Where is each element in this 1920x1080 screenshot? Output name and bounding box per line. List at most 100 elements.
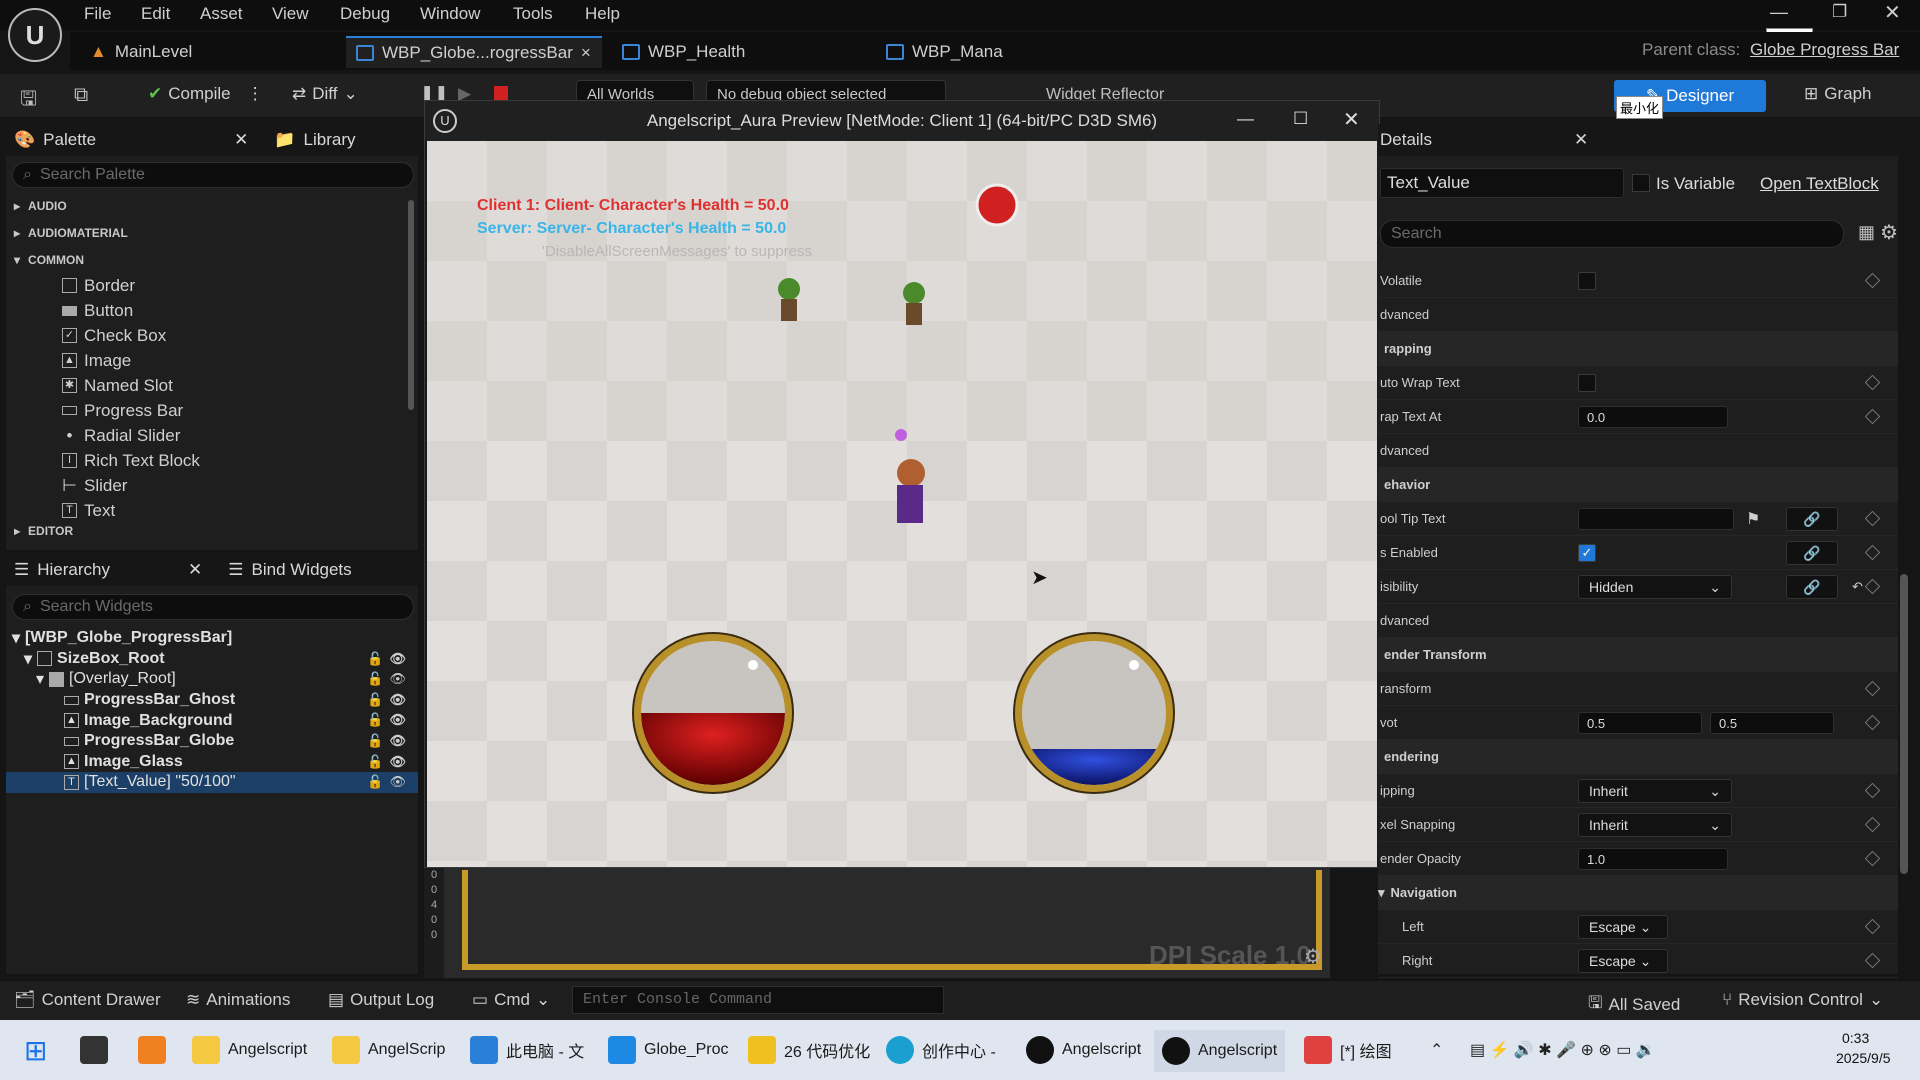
close-icon[interactable]: ✕ bbox=[1884, 0, 1901, 25]
diff-button[interactable]: ⇄ Diff ⌄ bbox=[292, 84, 358, 104]
palette-search-input[interactable]: ⌕ Search Palette bbox=[12, 162, 414, 188]
cmd-select[interactable]: ▭ Cmd ⌄ bbox=[472, 990, 550, 1010]
details-row[interactable]: ▾ Navigation bbox=[1378, 876, 1898, 910]
pivot-y-input[interactable]: 0.5 bbox=[1710, 711, 1834, 734]
graph-mode-button[interactable]: ⊞ Graph bbox=[1804, 84, 1872, 104]
binding-link-button[interactable]: 🔗 bbox=[1786, 574, 1838, 599]
details-search-input[interactable]: Search bbox=[1380, 220, 1844, 248]
keyframe-diamond-icon[interactable] bbox=[1864, 544, 1881, 561]
taskbar-app-6[interactable]: 创作中心 - bbox=[886, 1036, 996, 1064]
tree-row-image-glass[interactable]: ▲ Image_Glass 🔓👁 bbox=[6, 752, 418, 773]
lock-visibility-icons[interactable]: 🔓👁 bbox=[367, 692, 412, 708]
taskbar-app-3[interactable]: 此电脑 - 文 bbox=[470, 1036, 584, 1064]
property-value-input[interactable]: 0.0 bbox=[1578, 405, 1728, 428]
library-tab[interactable]: Library bbox=[304, 130, 356, 150]
details-row[interactable]: ehavior bbox=[1378, 468, 1898, 502]
taskbar-app-9[interactable]: [*] 绘图 bbox=[1304, 1036, 1392, 1064]
windows-start-icon[interactable]: ⊞ bbox=[24, 1034, 47, 1067]
tree-row-root[interactable]: ▾ [WBP_Globe_ProgressBar] bbox=[6, 628, 418, 649]
flag-icon[interactable]: ⚑ bbox=[1746, 509, 1760, 529]
tree-row-progressbar-globe[interactable]: ProgressBar_Globe 🔓👁 bbox=[6, 731, 418, 752]
taskbar-app-1[interactable]: Angelscript bbox=[192, 1036, 307, 1064]
keyframe-diamond-icon[interactable] bbox=[1864, 272, 1881, 289]
tree-row-progressbar-ghost[interactable]: ProgressBar_Ghost 🔓👁 bbox=[6, 690, 418, 711]
tab-wbp-health[interactable]: WBP_Health bbox=[612, 36, 862, 68]
lock-visibility-icons[interactable]: 🔓👁 bbox=[367, 712, 412, 728]
palette-item-slider[interactable]: ⊢ Slider bbox=[62, 473, 418, 498]
menu-tools[interactable]: Tools bbox=[513, 4, 553, 24]
keyframe-diamond-icon[interactable] bbox=[1864, 408, 1881, 425]
animations-button[interactable]: ≋ Animations bbox=[186, 990, 290, 1010]
navigation-dropdown[interactable]: Escape ⌄ bbox=[1578, 914, 1668, 939]
palette-close-icon[interactable]: ✕ bbox=[234, 130, 248, 150]
stop-icon[interactable] bbox=[494, 86, 508, 100]
lock-visibility-icons[interactable]: 🔓👁 bbox=[367, 733, 412, 749]
menu-debug[interactable]: Debug bbox=[340, 4, 390, 24]
details-row[interactable]: ender Transform bbox=[1378, 638, 1898, 672]
property-dropdown[interactable]: Hidden ⌄ bbox=[1578, 574, 1732, 599]
details-row[interactable]: endering bbox=[1378, 740, 1898, 774]
lock-visibility-icons[interactable]: 🔓👁 bbox=[367, 774, 412, 790]
keyframe-diamond-icon[interactable] bbox=[1864, 850, 1881, 867]
reset-arrow-icon[interactable]: ↶ bbox=[1852, 579, 1863, 595]
open-textblock-link[interactable]: Open TextBlock bbox=[1760, 174, 1879, 194]
navigation-dropdown[interactable]: Escape ⌄ bbox=[1578, 948, 1668, 973]
tray-chevron-icon[interactable]: ⌃ bbox=[1430, 1040, 1443, 1060]
details-close-icon[interactable]: ✕ bbox=[1574, 130, 1588, 150]
keyframe-diamond-icon[interactable] bbox=[1864, 578, 1881, 595]
details-title[interactable]: Details bbox=[1380, 130, 1432, 150]
settings-gear-icon[interactable]: ⚙ bbox=[1880, 220, 1898, 245]
menu-help[interactable]: Help bbox=[585, 4, 620, 24]
hierarchy-title[interactable]: Hierarchy bbox=[37, 560, 110, 580]
tray-icons[interactable]: ▤ ⚡ 🔊 ✱ 🎤 ⊕ ⊗ ▭ 🔉 bbox=[1470, 1040, 1656, 1060]
menu-file[interactable]: File bbox=[84, 4, 111, 24]
category-editor[interactable]: ▸ EDITOR bbox=[14, 523, 418, 539]
console-command-input[interactable]: Enter Console Command bbox=[572, 986, 944, 1014]
tab-mainlevel[interactable]: ▲ MainLevel bbox=[80, 36, 340, 68]
palette-item-text[interactable]: T Text bbox=[62, 498, 418, 523]
browse-icon[interactable]: ⧉ bbox=[74, 84, 88, 107]
keyframe-diamond-icon[interactable] bbox=[1864, 374, 1881, 391]
gear-icon[interactable]: ⚙ bbox=[1304, 944, 1322, 969]
keyframe-diamond-icon[interactable] bbox=[1864, 714, 1881, 731]
menu-edit[interactable]: Edit bbox=[141, 4, 170, 24]
tab-wbp-globe[interactable]: WBP_Globe...rogressBar × bbox=[346, 36, 602, 68]
taskbar-app-5[interactable]: 26 代码优化 bbox=[748, 1036, 870, 1064]
binding-link-button[interactable]: 🔗 bbox=[1786, 506, 1838, 531]
tab-close-icon[interactable]: × bbox=[581, 43, 591, 63]
property-dropdown[interactable]: Inherit ⌄ bbox=[1578, 812, 1732, 837]
maximize-icon[interactable]: ☐ bbox=[1293, 109, 1308, 129]
all-saved-button[interactable]: 🖫 All Saved bbox=[1588, 990, 1680, 1019]
category-audio[interactable]: ▸ AUDIO bbox=[14, 192, 418, 219]
game-viewport[interactable]: Client 1: Client- Character's Health = 5… bbox=[427, 141, 1377, 867]
menu-window[interactable]: Window bbox=[420, 4, 480, 24]
keyframe-diamond-icon[interactable] bbox=[1864, 782, 1881, 799]
save-icon[interactable]: 🖫 bbox=[20, 84, 37, 118]
parent-class-link[interactable]: Globe Progress Bar bbox=[1750, 40, 1899, 60]
hierarchy-search-input[interactable]: ⌕ Search Widgets bbox=[12, 594, 414, 620]
binding-link-button[interactable]: 🔗 bbox=[1786, 540, 1838, 565]
keyframe-diamond-icon[interactable] bbox=[1864, 952, 1881, 969]
tree-row-sizebox[interactable]: ▾ SizeBox_Root 🔓👁 bbox=[6, 649, 418, 670]
palette-title[interactable]: Palette bbox=[43, 130, 96, 150]
minimize-icon[interactable]: — bbox=[1237, 109, 1254, 129]
palette-item-progress-bar[interactable]: Progress Bar bbox=[62, 398, 418, 423]
palette-item-radial-slider[interactable]: • Radial Slider bbox=[62, 423, 418, 448]
table-view-icon[interactable]: ▦ bbox=[1858, 222, 1875, 243]
menu-view[interactable]: View bbox=[272, 4, 309, 24]
palette-item-rich-text[interactable]: I Rich Text Block bbox=[62, 448, 418, 473]
property-checkbox[interactable] bbox=[1578, 373, 1596, 392]
property-checkbox[interactable] bbox=[1578, 271, 1596, 290]
lock-visibility-icons[interactable]: 🔓👁 bbox=[367, 754, 412, 770]
taskbar-app-7[interactable]: Angelscript bbox=[1026, 1036, 1141, 1064]
content-drawer-button[interactable]: 🗂 Content Drawer bbox=[14, 990, 161, 1010]
revision-control-button[interactable]: ⑂ Revision Control ⌄ bbox=[1722, 990, 1883, 1010]
taskbar-app-8[interactable]: Angelscript bbox=[1154, 1030, 1286, 1072]
pivot-x-input[interactable]: 0.5 bbox=[1578, 711, 1702, 734]
palette-item-border[interactable]: Border bbox=[62, 273, 418, 298]
menu-asset[interactable]: Asset bbox=[200, 4, 243, 24]
preview-title-bar[interactable]: U Angelscript_Aura Preview [NetMode: Cli… bbox=[425, 101, 1379, 141]
designer-canvas[interactable]: 0 0 4 0 0 DPI Scale 1.0 ⚙ bbox=[424, 860, 1330, 978]
tab-wbp-mana[interactable]: WBP_Mana bbox=[876, 36, 1126, 68]
property-value-input[interactable]: 1.0 bbox=[1578, 847, 1728, 870]
